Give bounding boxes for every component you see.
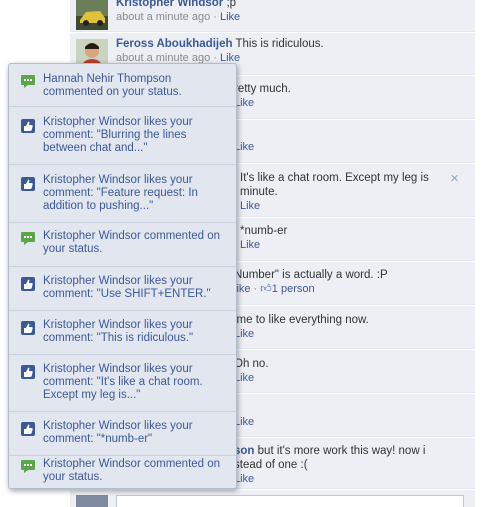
comment-text: retty much. bbox=[234, 83, 291, 95]
comment-text: ime to like everything now. bbox=[234, 314, 369, 326]
notification-text: Kristopher Windsor likes your comment: "… bbox=[43, 275, 211, 300]
like-link[interactable]: Like bbox=[234, 328, 254, 340]
notification-item[interactable]: Kristopher Windsor likes your comment: "… bbox=[9, 312, 236, 355]
comment-text: but it's more work this way! now i bbox=[257, 445, 426, 457]
notification-text: Kristopher Windsor commented on your sta… bbox=[43, 230, 221, 255]
comment-icon bbox=[21, 75, 35, 88]
comment-text: *numb-er bbox=[240, 225, 288, 237]
likes-count-link[interactable]: 1 person bbox=[272, 283, 315, 295]
notification-text: Kristopher Windsor likes your comment: "… bbox=[43, 116, 193, 154]
avatar bbox=[76, 495, 108, 507]
like-link[interactable]: Like bbox=[234, 473, 254, 485]
notification-text: Hannah Nehir Thompson commented on your … bbox=[43, 73, 182, 98]
notification-item[interactable]: Kristopher Windsor commented on your sta… bbox=[9, 457, 236, 488]
notification-item[interactable]: Kristopher Windsor likes your comment: "… bbox=[9, 108, 236, 165]
notification-text: Kristopher Windsor likes your comment: "… bbox=[43, 420, 193, 445]
notification-item[interactable]: Kristopher Windsor commented on your sta… bbox=[9, 224, 236, 267]
comment-input[interactable] bbox=[116, 495, 464, 507]
like-link[interactable]: Like bbox=[234, 372, 254, 384]
thumbs-up-icon: 👍︎ bbox=[260, 283, 272, 295]
notification-item[interactable]: Kristopher Windsor likes your comment: "… bbox=[9, 268, 236, 311]
car-avatar[interactable] bbox=[76, 0, 108, 30]
comment-text: Number" is actually a word. :P bbox=[234, 269, 388, 281]
notification-text: Kristopher Windsor likes your comment: "… bbox=[43, 363, 203, 401]
notification-text: Kristopher Windsor likes your comment: "… bbox=[43, 174, 198, 212]
comment-icon bbox=[21, 460, 35, 473]
thumbs-up-icon bbox=[21, 277, 35, 291]
like-link[interactable]: Like bbox=[234, 416, 254, 428]
like-link[interactable]: Like bbox=[240, 200, 260, 212]
comment-author-link[interactable]: son bbox=[234, 445, 254, 457]
reply-box bbox=[70, 490, 475, 507]
comment-author[interactable]: Kristopher Windsor bbox=[116, 0, 223, 9]
thumbs-up-icon bbox=[21, 422, 35, 436]
comment-time[interactable]: about a minute ago bbox=[116, 11, 210, 23]
comment-text: Oh no. bbox=[234, 358, 269, 370]
comment-icon bbox=[21, 232, 35, 245]
notification-text: Kristopher Windsor commented on your sta… bbox=[43, 458, 221, 483]
like-link[interactable]: Like bbox=[220, 11, 240, 23]
notification-item[interactable]: Kristopher Windsor likes your comment: "… bbox=[9, 413, 236, 456]
comment-text: It's like a chat room. Except my leg is bbox=[240, 172, 429, 184]
notification-text: Kristopher Windsor likes your comment: "… bbox=[43, 319, 194, 344]
notification-item[interactable]: Kristopher Windsor likes your comment: "… bbox=[9, 166, 236, 223]
thumbs-up-icon bbox=[21, 365, 35, 379]
thumbs-up-icon bbox=[21, 177, 35, 191]
thumbs-up-icon bbox=[21, 119, 35, 133]
close-icon[interactable]: × bbox=[450, 171, 459, 186]
notifications-flyout: Hannah Nehir Thompson commented on your … bbox=[8, 63, 237, 489]
comment-item: Kristopher Windsor ;p about a minute ago… bbox=[70, 0, 475, 32]
comment-text-continued: minute. bbox=[240, 186, 278, 198]
comment-text-continued: stead of one :( bbox=[234, 459, 308, 471]
comment-text: This is ridiculous. bbox=[235, 38, 324, 50]
comment-text: ;p bbox=[226, 0, 237, 9]
like-link[interactable]: Like bbox=[240, 239, 260, 251]
notification-item[interactable]: Kristopher Windsor likes your comment: "… bbox=[9, 356, 236, 412]
notification-item[interactable]: Hannah Nehir Thompson commented on your … bbox=[9, 64, 236, 107]
like-link[interactable]: Like bbox=[234, 141, 254, 153]
like-link[interactable]: Like bbox=[234, 97, 254, 109]
comment-author[interactable]: Feross Aboukhadijeh bbox=[116, 38, 233, 50]
thumbs-up-icon bbox=[21, 321, 35, 335]
